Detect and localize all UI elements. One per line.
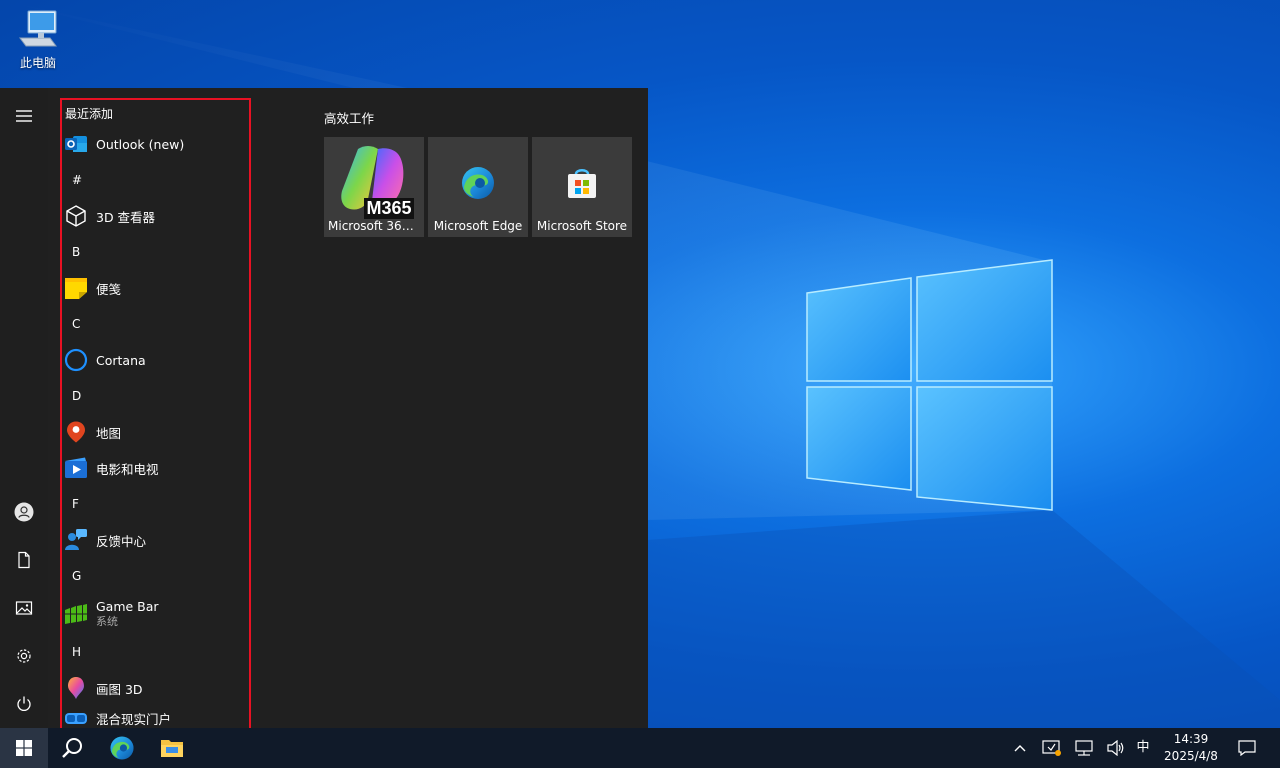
tile-group-title[interactable]: 高效工作 [324, 108, 374, 127]
m365-copilot-icon: M365 [341, 146, 414, 219]
app-cortana[interactable]: Cortana [62, 342, 249, 378]
store-icon [568, 169, 596, 198]
search-button[interactable] [48, 728, 96, 768]
letter-header-g[interactable]: G [62, 558, 249, 594]
letter-header-h[interactable]: H [62, 634, 249, 670]
mixed-reality-icon [65, 713, 87, 724]
app-list: 最近添加 Outlook (new) # 3D 查看器 B 便笺 C Corta… [60, 98, 251, 730]
app-label: 反馈中心 [96, 533, 147, 549]
volume-tray-button[interactable] [1104, 728, 1128, 768]
tile-microsoft-edge[interactable]: Microsoft Edge [428, 137, 528, 237]
power-icon [17, 696, 31, 711]
letter-header-c[interactable]: C [62, 306, 249, 342]
tile-label: Microsoft Edge [433, 219, 523, 233]
app-label: 便笺 [96, 281, 122, 297]
pictures-button[interactable] [0, 588, 48, 628]
tile-microsoft-store[interactable]: Microsoft Store [532, 137, 632, 237]
input-method-indicator[interactable]: 中 [1134, 728, 1152, 768]
clock-date: 2025/4/8 [1164, 749, 1218, 763]
account-button[interactable] [0, 492, 48, 532]
edge-icon [462, 167, 494, 199]
tile-label: Microsoft 365... [328, 219, 421, 233]
app-label: 混合现实门户 [96, 711, 172, 727]
app-sticky-notes[interactable]: 便笺 [62, 270, 249, 306]
app-feedback-hub[interactable]: 反馈中心 [62, 522, 249, 558]
app-label: Game Bar [96, 599, 159, 614]
taskbar: 中 14:39 2025/4/8 [0, 728, 1280, 768]
clock[interactable]: 14:39 2025/4/8 [1160, 731, 1222, 765]
network-icon [1075, 740, 1093, 756]
letter-header-hash[interactable]: # [62, 162, 249, 198]
clock-time: 14:39 [1173, 732, 1209, 746]
edge-icon [110, 736, 134, 760]
start-menu: 最近添加 Outlook (new) # 3D 查看器 B 便笺 C Corta… [0, 88, 648, 730]
m365-badge: M365 [366, 198, 411, 218]
app-label: 3D 查看器 [96, 209, 156, 225]
expand-menu-button[interactable] [0, 96, 48, 136]
start-button[interactable] [0, 728, 48, 768]
app-label: Outlook (new) [96, 136, 185, 152]
3d-viewer-icon [66, 205, 86, 227]
hamburger-icon [16, 110, 32, 122]
movies-tv-icon [65, 457, 87, 478]
user-icon [14, 502, 34, 522]
documents-button[interactable] [0, 540, 48, 580]
paint-3d-icon [68, 677, 84, 699]
tile-label: Microsoft Store [536, 219, 628, 233]
app-maps[interactable]: 地图 [62, 414, 249, 450]
app-label: Cortana [96, 352, 146, 368]
notification-icon [1238, 740, 1256, 756]
game-bar-icon [65, 604, 87, 624]
app-label: 地图 [96, 425, 122, 441]
tile-microsoft-365[interactable]: M365 Microsoft 365... [324, 137, 424, 237]
app-sublabel: 系统 [96, 615, 118, 628]
power-button[interactable] [0, 684, 48, 724]
taskbar-file-explorer-button[interactable] [148, 728, 196, 768]
letter-header-b[interactable]: B [62, 234, 249, 270]
app-movies-tv[interactable]: 电影和电视 [62, 450, 249, 486]
app-label: 画图 3D [96, 681, 143, 697]
file-explorer-icon [161, 740, 183, 757]
network-tray-button[interactable] [1072, 728, 1096, 768]
windows-start-icon [16, 740, 32, 756]
sticky-notes-icon [65, 278, 87, 299]
letter-header-d[interactable]: D [62, 378, 249, 414]
app-paint-3d[interactable]: 画图 3D [62, 670, 249, 706]
app-3d-viewer[interactable]: 3D 查看器 [62, 198, 249, 234]
action-center-button[interactable] [1235, 728, 1259, 768]
outlook-icon [65, 136, 87, 152]
maps-icon [67, 421, 85, 443]
taskbar-edge-button[interactable] [98, 728, 146, 768]
chevron-up-icon [1014, 745, 1026, 752]
start-rail [0, 88, 48, 728]
settings-gear-icon [17, 649, 31, 663]
this-pc-icon [19, 10, 57, 47]
app-game-bar[interactable]: Game Bar 系统 [62, 594, 249, 634]
feedback-hub-icon [65, 529, 87, 550]
letter-header-f[interactable]: F [62, 486, 249, 522]
app-outlook-new[interactable]: Outlook (new) [62, 126, 249, 162]
security-center-icon [1042, 740, 1061, 756]
desktop-icon-label: 此电脑 [19, 56, 56, 70]
document-icon [18, 551, 30, 569]
recently-added-header: 最近添加 [65, 107, 114, 121]
volume-icon [1107, 740, 1124, 756]
app-label: 电影和电视 [96, 461, 159, 477]
desktop-icon-this-pc[interactable]: 此电脑 [8, 8, 68, 78]
cortana-icon [64, 348, 88, 372]
show-hidden-icons-button[interactable] [1008, 728, 1032, 768]
app-mixed-reality-portal[interactable]: 混合现实门户 [62, 706, 249, 728]
search-icon [62, 738, 82, 758]
pictures-icon [15, 601, 33, 615]
settings-button[interactable] [0, 636, 48, 676]
security-tray-button[interactable] [1040, 728, 1064, 768]
